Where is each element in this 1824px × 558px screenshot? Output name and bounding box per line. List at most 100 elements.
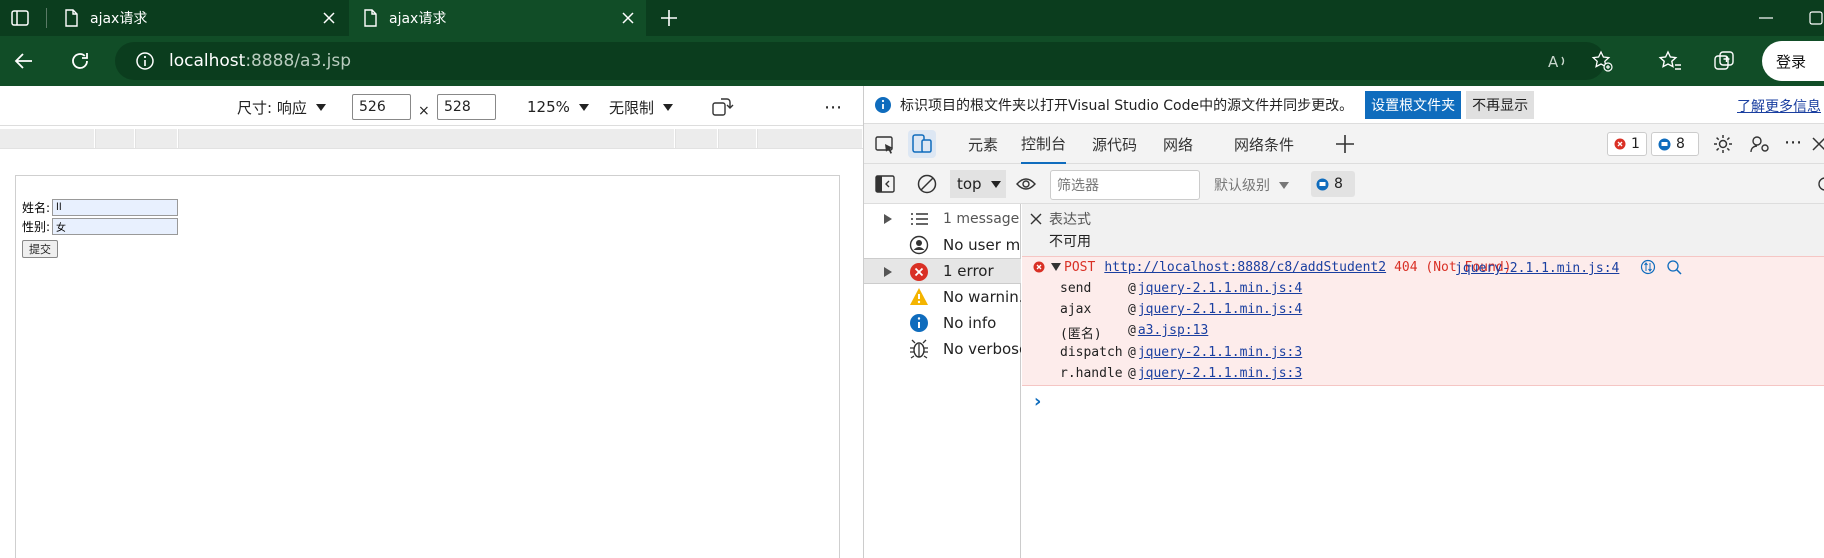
name-input[interactable]: ll	[52, 199, 179, 216]
console-prompt[interactable]: ›	[1034, 391, 1041, 412]
tab-actions-icon[interactable]	[10, 8, 30, 28]
tab-divider	[46, 8, 47, 28]
media-query-segment[interactable]	[758, 129, 863, 148]
sidebar-item-errors[interactable]: 1 error	[864, 258, 1021, 284]
inspect-element-icon[interactable]	[874, 134, 896, 156]
error-source-link[interactable]: jquery-2.1.1.min.js:4	[1455, 261, 1619, 276]
tab-network-conditions[interactable]: 网络条件	[1234, 124, 1294, 164]
stack-source-link[interactable]: jquery-2.1.1.min.js:3	[1138, 345, 1302, 360]
rotate-icon[interactable]	[710, 94, 734, 120]
address-bar: localhost:8888/a3.jsp A 登录	[0, 36, 1824, 86]
sidebar-item-label: No warnin...	[943, 288, 1021, 306]
tab-ajax-1[interactable]: ajax请求	[50, 0, 347, 36]
stack-at: @	[1128, 323, 1136, 338]
message-count: 8	[1676, 136, 1685, 152]
filter-input[interactable]: 筛选器	[1050, 170, 1200, 200]
media-query-segment[interactable]	[96, 129, 135, 148]
more-options-icon[interactable]: ⋯	[824, 94, 843, 120]
close-devtools-icon[interactable]	[1810, 134, 1824, 154]
context-select[interactable]: top	[950, 170, 1006, 198]
dimensions-select[interactable]: 尺寸: 响应	[237, 94, 326, 120]
stack-source-link[interactable]: jquery-2.1.1.min.js:3	[1138, 366, 1302, 381]
set-root-folder-button[interactable]: 设置根文件夹	[1365, 90, 1462, 119]
page-icon	[363, 9, 377, 27]
throttle-select[interactable]: 无限制	[609, 94, 674, 120]
settings-icon[interactable]	[1712, 133, 1734, 155]
message-count-badge[interactable]: 8	[1651, 132, 1699, 156]
close-tab-icon[interactable]	[618, 8, 638, 28]
error-url-link[interactable]: http://localhost:8888/c8/addStudent2	[1104, 260, 1386, 275]
dont-show-again-button[interactable]: 不再显示	[1466, 90, 1535, 119]
expression-title[interactable]: 表达式	[1049, 209, 1091, 229]
console-settings-icon[interactable]	[1814, 174, 1824, 194]
zoom-select[interactable]: 125%	[527, 94, 589, 120]
collections-icon[interactable]	[1712, 49, 1736, 73]
issues-badge[interactable]: 8	[1311, 171, 1355, 197]
expand-arrow-icon[interactable]	[884, 214, 892, 224]
media-query-segment[interactable]	[676, 129, 718, 148]
sidebar-item-verbose[interactable]: No verbose	[864, 336, 1021, 362]
tab-console[interactable]: 控制台	[1021, 124, 1067, 164]
sidebar-item-warnings[interactable]: No warnin...	[864, 284, 1021, 310]
favorites-icon[interactable]	[1658, 49, 1682, 73]
context-label: top	[957, 175, 982, 193]
sidebar-item-label: 1 message	[943, 211, 1020, 227]
customize-icon[interactable]	[1749, 133, 1771, 155]
expression-value: 不可用	[1049, 234, 1091, 250]
sign-in-button[interactable]: 登录	[1762, 41, 1824, 81]
live-expression: 表达式 不可用	[1022, 204, 1824, 256]
media-query-segment[interactable]	[179, 129, 675, 148]
minimize-icon[interactable]	[1756, 8, 1776, 28]
new-tab-icon[interactable]	[658, 7, 680, 29]
error-count-badge[interactable]: 1	[1607, 132, 1647, 156]
search-icon[interactable]	[1666, 259, 1682, 275]
info-icon	[909, 313, 929, 333]
stack-source-link[interactable]: a3.jsp:13	[1138, 323, 1208, 342]
sidebar-item-info[interactable]: No info	[864, 310, 1021, 336]
media-query-segment[interactable]	[719, 129, 757, 148]
tab-sources[interactable]: 源代码	[1092, 124, 1137, 164]
maximize-icon[interactable]	[1808, 8, 1824, 28]
height-input[interactable]: 528	[437, 94, 496, 120]
warning-icon	[909, 287, 929, 307]
error-line: POST http://localhost:8888/c8/addStudent…	[1064, 260, 1511, 275]
device-emulation-icon[interactable]	[908, 130, 936, 158]
stack-source-link[interactable]: jquery-2.1.1.min.js:4	[1138, 281, 1302, 296]
close-tab-icon[interactable]	[319, 8, 339, 28]
refresh-icon[interactable]	[68, 49, 92, 73]
sidebar-item-user-messages[interactable]: No user m...	[864, 232, 1021, 258]
sidebar-item-label: No verbose	[943, 340, 1021, 358]
more-options-icon[interactable]: ⋯	[1784, 132, 1802, 153]
gender-input[interactable]: 女	[52, 218, 179, 235]
stack-source-link[interactable]: jquery-2.1.1.min.js:4	[1138, 302, 1302, 317]
dimensions-label: 尺寸: 响应	[237, 98, 307, 117]
more-tools-icon[interactable]	[1334, 133, 1356, 155]
tab-network[interactable]: 网络	[1163, 124, 1193, 164]
tab-ajax-2[interactable]: ajax请求	[349, 0, 646, 36]
width-input[interactable]: 526	[352, 94, 411, 120]
url-field[interactable]: localhost:8888/a3.jsp A	[115, 42, 1613, 80]
stack-toggle-icon[interactable]	[1640, 259, 1656, 275]
live-expression-icon[interactable]	[1015, 174, 1037, 194]
collapse-arrow-icon[interactable]	[1051, 263, 1061, 271]
chevron-down-icon	[990, 180, 1001, 188]
sidebar-toggle-icon[interactable]	[874, 173, 896, 195]
expand-arrow-icon[interactable]	[884, 267, 892, 277]
sidebar-item-messages[interactable]: 1 message	[864, 206, 1021, 232]
read-aloud-icon[interactable]: A	[1547, 51, 1569, 71]
log-level-select[interactable]: 默认级别	[1214, 172, 1289, 198]
clear-console-icon[interactable]	[916, 173, 938, 195]
back-icon[interactable]	[12, 49, 36, 73]
media-query-segment[interactable]	[0, 129, 95, 148]
tab-elements[interactable]: 元素	[968, 124, 998, 164]
add-favorite-icon[interactable]	[1591, 50, 1613, 72]
stack-at: @	[1128, 302, 1136, 317]
media-query-segment[interactable]	[136, 129, 178, 148]
learn-more-link[interactable]: 了解更多信息	[1737, 96, 1821, 116]
media-query-bar[interactable]	[0, 129, 863, 149]
close-expression-icon[interactable]	[1029, 212, 1043, 226]
times-symbol: ×	[418, 103, 430, 119]
error-icon	[1614, 138, 1626, 150]
site-info-icon[interactable]	[135, 51, 155, 71]
submit-button[interactable]: 提交	[22, 240, 58, 258]
